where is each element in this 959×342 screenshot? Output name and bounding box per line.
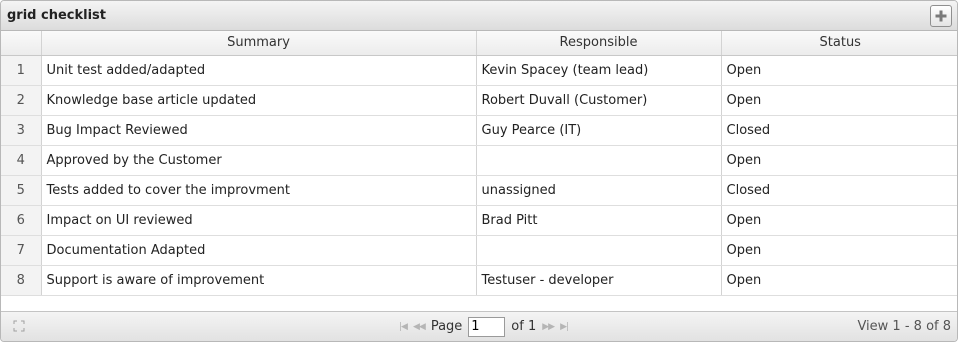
- status-cell[interactable]: Open: [721, 265, 957, 296]
- responsible-cell[interactable]: Guy Pearce (IT): [476, 115, 722, 146]
- row-number: 6: [1, 205, 42, 236]
- responsible-cell[interactable]: [476, 145, 722, 176]
- responsible-cell[interactable]: Kevin Spacey (team lead): [476, 55, 722, 86]
- responsible-cell[interactable]: unassigned: [476, 175, 722, 206]
- summary-cell[interactable]: Documentation Adapted: [41, 235, 477, 266]
- summary-header[interactable]: Summary: [41, 31, 477, 56]
- prev-page-icon[interactable]: ◀◀: [413, 322, 426, 332]
- summary-cell[interactable]: Unit test added/adapted: [41, 55, 477, 86]
- responsible-header[interactable]: Responsible: [476, 31, 722, 56]
- table-row[interactable]: 5 Tests added to cover the improvment un…: [1, 175, 957, 206]
- table-row[interactable]: 6 Impact on UI reviewed Brad Pitt Open: [1, 205, 957, 236]
- row-number: 1: [1, 55, 42, 86]
- last-page-icon[interactable]: ▶|: [560, 322, 569, 332]
- summary-cell[interactable]: Approved by the Customer: [41, 145, 477, 176]
- page-count-label: of 1: [511, 319, 537, 334]
- table-row[interactable]: 3 Bug Impact Reviewed Guy Pearce (IT) Cl…: [1, 115, 957, 146]
- rownum-header: [1, 31, 42, 56]
- row-number: 8: [1, 265, 42, 296]
- table-row[interactable]: 7 Documentation Adapted Open: [1, 235, 957, 266]
- summary-cell[interactable]: Support is aware of improvement: [41, 265, 477, 296]
- header-row: Summary Responsible Status: [1, 31, 957, 56]
- checklist-table: Summary Responsible Status 1 Unit test a…: [1, 31, 957, 296]
- pager-controls: |◀ ◀◀ Page of 1 ▶▶ ▶|: [399, 312, 569, 341]
- status-cell[interactable]: Open: [721, 235, 957, 266]
- next-page-icon[interactable]: ▶▶: [542, 322, 555, 332]
- responsible-cell[interactable]: Testuser - developer: [476, 265, 722, 296]
- status-header[interactable]: Status: [721, 31, 957, 56]
- table-row[interactable]: 2 Knowledge base article updated Robert …: [1, 85, 957, 116]
- status-cell[interactable]: Closed: [721, 115, 957, 146]
- status-cell[interactable]: Closed: [721, 175, 957, 206]
- summary-cell[interactable]: Knowledge base article updated: [41, 85, 477, 116]
- status-cell[interactable]: Open: [721, 55, 957, 86]
- summary-cell[interactable]: Bug Impact Reviewed: [41, 115, 477, 146]
- page-number-input[interactable]: [468, 316, 506, 337]
- grid-titlebar: grid checklist: [1, 1, 957, 31]
- responsible-cell[interactable]: Brad Pitt: [476, 205, 722, 236]
- grid-checklist: grid checklist Summary Responsible Statu…: [0, 0, 958, 342]
- table-row[interactable]: 1 Unit test added/adapted Kevin Spacey (…: [1, 55, 957, 86]
- grid-pager: |◀ ◀◀ Page of 1 ▶▶ ▶| View 1 - 8 of 8: [1, 311, 957, 341]
- row-number: 5: [1, 175, 42, 206]
- responsible-cell[interactable]: [476, 235, 722, 266]
- page-label: Page: [430, 319, 463, 334]
- row-number: 4: [1, 145, 42, 176]
- responsible-cell[interactable]: Robert Duvall (Customer): [476, 85, 722, 116]
- records-info: View 1 - 8 of 8: [857, 319, 951, 334]
- status-cell[interactable]: Open: [721, 205, 957, 236]
- plus-icon: [935, 10, 947, 22]
- table-row[interactable]: 8 Support is aware of improvement Testus…: [1, 265, 957, 296]
- add-row-button[interactable]: [930, 5, 952, 27]
- row-number: 3: [1, 115, 42, 146]
- summary-cell[interactable]: Impact on UI reviewed: [41, 205, 477, 236]
- expand-icon[interactable]: [13, 320, 25, 336]
- status-cell[interactable]: Open: [721, 145, 957, 176]
- table-row[interactable]: 4 Approved by the Customer Open: [1, 145, 957, 176]
- summary-cell[interactable]: Tests added to cover the improvment: [41, 175, 477, 206]
- first-page-icon[interactable]: |◀: [399, 322, 408, 332]
- status-cell[interactable]: Open: [721, 85, 957, 116]
- row-number: 2: [1, 85, 42, 116]
- row-number: 7: [1, 235, 42, 266]
- grid-title: grid checklist: [7, 8, 106, 23]
